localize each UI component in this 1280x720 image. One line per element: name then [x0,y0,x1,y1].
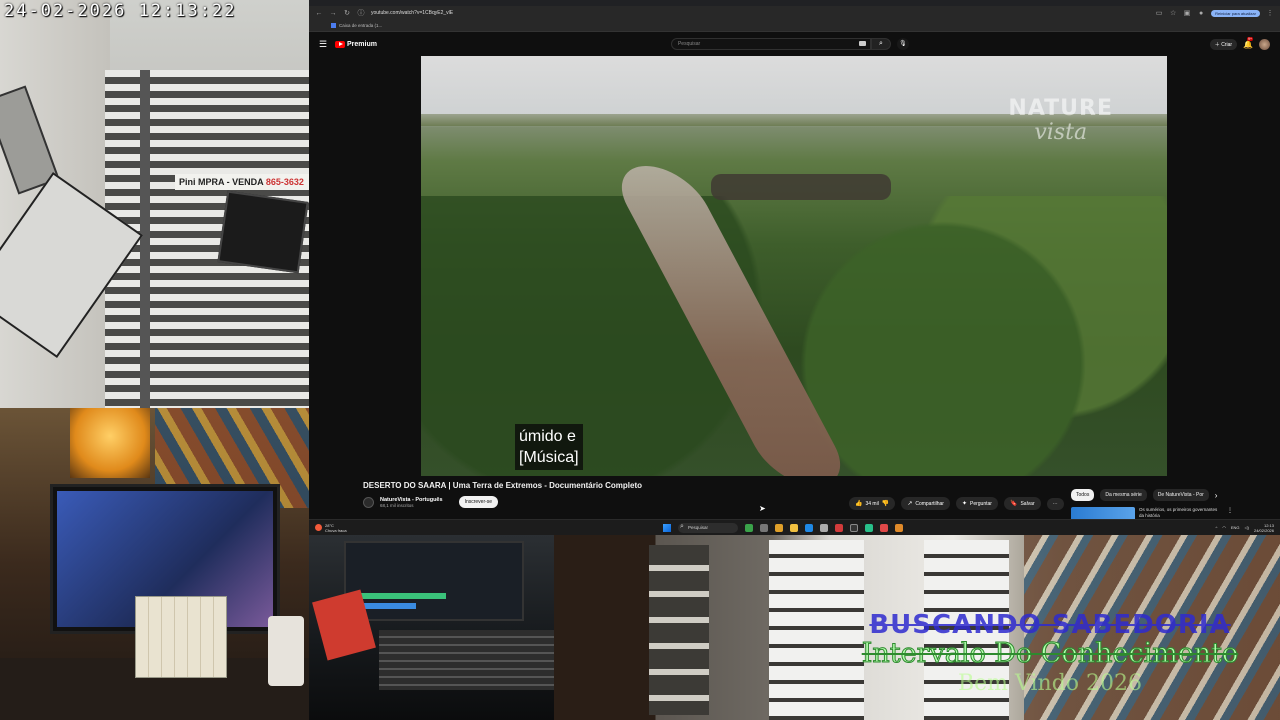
shop-sign: Pini MPRA - VENDA 865-3632 [175,174,309,190]
weather-widget[interactable]: 28°C Chuva fraca [315,523,347,533]
menu-dots-icon[interactable]: ⋮ [1266,9,1274,17]
extensions-icon[interactable]: ▣ [1183,9,1191,17]
chip-all[interactable]: Todos [1071,489,1095,501]
youtube-logo[interactable]: Premium [335,40,377,48]
save-button[interactable]: 🔖 Salvar [1003,497,1041,510]
hanging-laptop [217,190,309,274]
mail-icon [331,23,336,28]
app-icon[interactable] [850,523,858,532]
chevron-right-icon[interactable]: › [1215,491,1218,500]
edge-icon[interactable] [805,523,813,532]
profile-icon[interactable]: ● [1197,10,1205,17]
subtitle-line: úmido e [519,428,576,445]
start-button-icon[interactable] [663,523,671,532]
chip-same-series[interactable]: Da mesma série [1100,489,1147,501]
thumbs-up-icon: 👍 [855,501,863,507]
recommendation-chips: Todos Da mesma série De NatureVista - Po… [1071,489,1217,501]
wifi-icon[interactable]: ◠ [1222,525,1226,530]
forward-icon[interactable]: → [329,10,337,17]
share-icon: ↗ [907,501,913,507]
folder-icon[interactable] [790,523,798,532]
app-icon[interactable] [835,523,843,532]
sparkle-icon: ✦ [961,501,967,507]
stream-overlay: BUSCANDO SABEDORIA Intervalo Do Conhecim… [840,610,1260,696]
back-icon[interactable]: ← [315,10,323,17]
subtitles: úmido e [Música] [515,424,583,470]
app-icon[interactable] [880,523,888,532]
store-icon[interactable] [820,523,828,532]
cast-icon[interactable]: ▭ [1155,9,1163,17]
subscriber-count: 68,1 mil inscritos [380,502,414,508]
address-bar: ← → ↻ ⓘ youtube.com/watch?v=1CBqyE2_vlE … [309,6,1280,20]
weather-icon [315,524,322,531]
keyboard-icon[interactable] [858,41,866,46]
app-icon[interactable] [865,523,873,532]
chevron-up-icon[interactable]: ^ [1215,525,1217,530]
notifications-bell-icon[interactable]: 🔔 9+ [1243,36,1254,49]
language-indicator[interactable]: ENG [1231,525,1240,530]
volume-icon[interactable]: ◁) [1245,525,1249,530]
notification-badge: 9+ [1247,36,1254,41]
grille-post [140,70,150,408]
app-icon[interactable] [745,523,753,532]
task-view-icon[interactable] [760,523,768,532]
chip-from-channel[interactable]: De NatureVista - Por [1152,489,1209,501]
bookmarks-bar: Caixa de entrada (1... [309,20,1280,32]
share-button[interactable]: ↗ Compartilhar [901,497,950,510]
subscribe-button[interactable]: Inscrever-se [458,496,499,508]
overlay-line-1: BUSCANDO SABEDORIA [869,610,1231,640]
shelf [649,545,709,715]
studio-monitor [344,541,524,621]
search-input[interactable]: Pesquisar [670,38,871,50]
hamburger-menu-icon[interactable]: ☰ [319,39,335,50]
equipment-rack [379,630,554,690]
bottle [268,616,304,686]
bookmark-star-icon[interactable]: ☆ [1169,9,1177,17]
taskbar-search[interactable]: Pesquisar [678,522,738,533]
camera-timestamp: 24-02-2026 12:13:22 [4,1,237,21]
mouse-cursor-icon: ➤ [759,504,766,513]
lamp [70,408,150,478]
thumbs-down-icon[interactable]: 👎 [882,500,889,507]
video-actions: 👍 34 mil 👎 ↗ Compartilhar ✦ Perguntar 🔖 Salv… [849,497,1064,510]
bookmark-item[interactable]: Caixa de entrada (1... [339,23,382,28]
camera-feed-studio [309,535,554,720]
search-button[interactable]: ⌕ [870,38,891,50]
browser-window: ← → ↻ ⓘ youtube.com/watch?v=1CBqyE2_vlE … [309,0,1280,535]
url-text[interactable]: youtube.com/watch?v=1CBqyE2_vlE [371,10,453,16]
update-button[interactable]: Reiniciar para atualizar [1211,9,1260,17]
like-button[interactable]: 👍 34 mil 👎 [849,497,896,510]
subtitle-line: [Música] [519,449,579,466]
site-info-icon[interactable]: ⓘ [357,8,365,18]
account-avatar[interactable] [1259,38,1270,50]
more-actions-icon[interactable]: ⋯ [1046,497,1064,510]
youtube-header: ☰ Premium Pesquisar ⌕ 🎙 ＋ Criar 🔔 9+ [309,32,1280,56]
chrome-icon[interactable] [775,523,783,532]
youtube-play-icon [335,40,345,48]
overlay-line-2: Intervalo Do Conhecimento [861,638,1239,670]
overlay-line-3: Bem Vindo 2026 [957,671,1143,696]
channel-watermark: NATURE vista [1008,96,1113,145]
channel-name[interactable]: NatureVista - Português [380,497,443,503]
windows-taskbar: 28°CChuva fraca Pesquisar ^ ◠ ENG ◁) 12:… [309,519,1280,535]
camera-feed-outdoor: Pini MPRA - VENDA 865-3632 24-02-2026 12… [0,0,309,408]
microphone-icon[interactable]: 🎙 [896,38,909,50]
channel-avatar[interactable] [363,496,374,508]
ask-button[interactable]: ✦ Perguntar [955,497,998,510]
video-player[interactable]: NATURE vista úmido e [Música] [421,56,1167,476]
create-button[interactable]: ＋ Criar [1209,38,1238,50]
video-title: DESERTO DO SAARA | Uma Terra de Extremos… [363,481,643,490]
app-icon[interactable] [895,523,903,532]
clock[interactable]: 12:13 24/02/2026 [1254,523,1274,533]
camera-feed-desk [0,408,309,720]
reload-icon[interactable]: ↻ [343,9,351,17]
desk-calendar [135,596,227,678]
bookmark-icon: 🔖 [1009,501,1018,507]
system-tray: ^ ◠ ENG ◁) 12:13 24/02/2026 [1215,523,1274,533]
